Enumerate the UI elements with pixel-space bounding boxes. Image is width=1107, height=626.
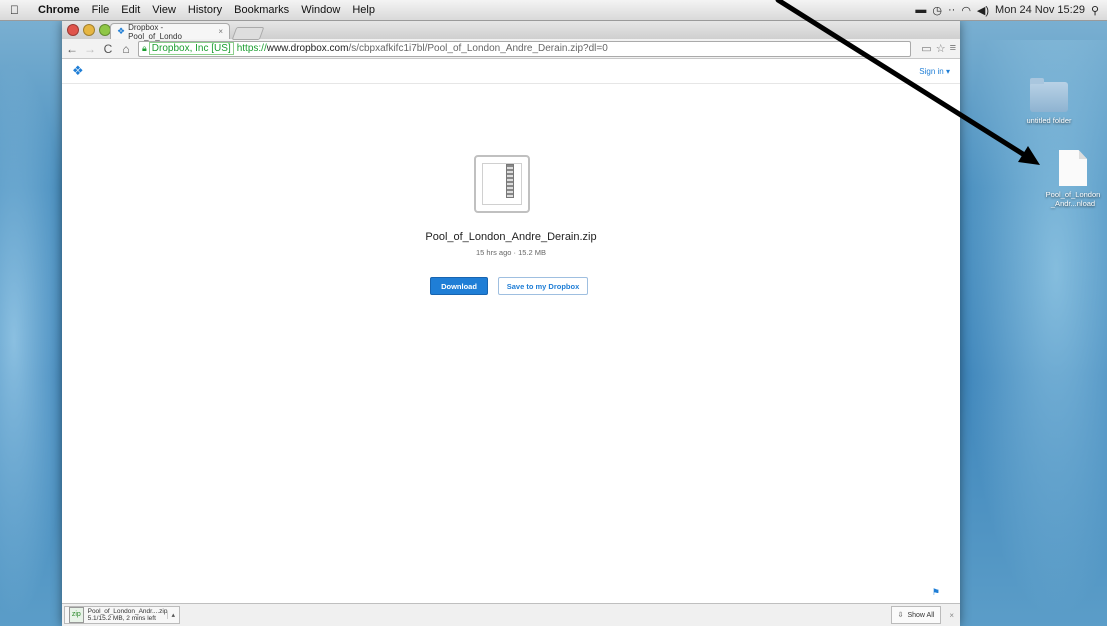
save-to-dropbox-button[interactable]: Save to my Dropbox (498, 277, 588, 295)
url-path: /s/cbpxafkifc1i7bl/Pool_of_London_Andre_… (348, 43, 608, 54)
toolbar-actions: ▭ ☆ ≡ (921, 42, 956, 55)
menu-edit[interactable]: Edit (115, 4, 146, 16)
menu-view[interactable]: View (146, 4, 182, 16)
dropbox-header: ❖ Sign in ▾ (62, 59, 960, 84)
download-item[interactable]: zip Pool_of_London_Andr....zip 5.1/15.2 … (64, 606, 180, 624)
desktop-folder[interactable]: untitled folder (1018, 78, 1080, 125)
reload-icon[interactable]: C (102, 42, 114, 56)
new-tab-button[interactable] (231, 27, 265, 40)
document-icon (1059, 150, 1087, 186)
download-item-text: Pool_of_London_Andr....zip 5.1/15.2 MB, … (88, 608, 168, 622)
action-buttons: Download Save to my Dropbox (430, 277, 588, 295)
file-meta: 15 hrs ago · 15.2 MB (475, 248, 547, 257)
url-host: www.dropbox.com (266, 43, 349, 54)
wifi-icon[interactable]: ◠ (961, 4, 971, 17)
lock-icon: 🔒︎ (142, 43, 147, 53)
url-scheme: https:// (236, 43, 267, 54)
time-machine-icon[interactable]: ◷ (932, 4, 942, 17)
menu-app-name[interactable]: Chrome (32, 4, 86, 16)
download-item-name: Pool_of_London_Andr....zip (87, 608, 168, 615)
menu-bookmarks[interactable]: Bookmarks (228, 4, 295, 16)
menu-window[interactable]: Window (295, 4, 346, 16)
desktop-file-label-line2: _Andr...nload (1050, 199, 1096, 208)
address-bar[interactable]: 🔒︎ Dropbox, Inc [US] https:// www.dropbo… (138, 40, 912, 57)
file-name: Pool_of_London_Andre_Derain.zip (425, 231, 597, 243)
tab-close-icon[interactable]: × (218, 27, 223, 36)
zip-file-icon (474, 155, 530, 213)
zipper-icon (506, 164, 514, 198)
browser-toolbar: ← → C ⌂ 🔒︎ Dropbox, Inc [US] https:// ww… (62, 39, 960, 59)
show-all-label: Show All (907, 611, 935, 619)
apple-icon[interactable]:  (10, 3, 24, 17)
ev-certificate-label[interactable]: Dropbox, Inc [US] (148, 42, 234, 55)
desktop-file[interactable]: Pool_of_London _Andr...nload (1040, 150, 1106, 208)
dropbox-logo-icon[interactable]: ❖ (72, 63, 84, 79)
tab-title: Dropbox - Pool_of_Londo (128, 22, 182, 41)
menu-file[interactable]: File (86, 4, 116, 16)
back-icon[interactable]: ← (66, 42, 78, 56)
desktop-wallpaper-highlight (0, 60, 70, 620)
dropbox-favicon-icon: ❖ (117, 26, 126, 36)
show-all-downloads-button[interactable]: ⇩ Show All (890, 606, 942, 624)
zip-file-icon-frame (482, 163, 522, 205)
chrome-menu-icon[interactable]: ≡ (950, 42, 956, 55)
window-controls (67, 24, 111, 36)
menu-help[interactable]: Help (346, 4, 381, 16)
close-download-shelf-icon[interactable]: × (949, 611, 954, 620)
page-content: ❖ Sign in ▾ Pool_of_London_Andre_Derain.… (62, 59, 960, 604)
tab-dropbox[interactable]: ❖ Dropbox - Pool_of_Londo × (110, 22, 230, 41)
minimize-window-button[interactable] (83, 24, 95, 36)
spotlight-icon[interactable]: ⚲ (1091, 4, 1099, 17)
home-icon[interactable]: ⌂ (120, 42, 132, 56)
download-item-status: 5.1/15.2 MB, 2 mins left (87, 615, 156, 622)
report-flag-icon[interactable]: ⚑ (932, 587, 940, 598)
browser-window: ❖ Dropbox - Pool_of_Londo × ← → C ⌂ 🔒︎ D… (62, 21, 960, 626)
download-arrow-icon: ⇩ (897, 612, 904, 619)
desktop-wallpaper-highlight (960, 40, 1107, 620)
menu-history[interactable]: History (182, 4, 228, 16)
folder-icon (1030, 78, 1068, 112)
bluetooth-icon[interactable]: ·· (948, 4, 955, 16)
menubar-status-area: ▬ ◷ ·· ◠ ◀) Mon 24 Nov 15:29 ⚲ (915, 4, 1107, 17)
download-progress-icon: zip (69, 607, 84, 623)
display-icon[interactable]: ▬ (915, 4, 926, 16)
download-menu-chevron-icon[interactable]: ▴ (167, 611, 175, 619)
menu-bar:  Chrome File Edit View History Bookmark… (0, 0, 1107, 21)
menubar-clock[interactable]: Mon 24 Nov 15:29 (995, 4, 1085, 16)
desktop-folder-label: untitled folder (1026, 116, 1072, 125)
bookmark-star-icon[interactable]: ☆ (936, 42, 946, 55)
forward-icon[interactable]: → (84, 42, 96, 56)
sign-in-link[interactable]: Sign in ▾ (919, 67, 950, 76)
download-button[interactable]: Download (430, 277, 488, 295)
page-action-icon[interactable]: ▭ (921, 42, 931, 55)
tab-strip: ❖ Dropbox - Pool_of_Londo × (62, 21, 960, 41)
volume-icon[interactable]: ◀) (977, 4, 989, 17)
desktop-file-label-line1: Pool_of_London (1045, 190, 1101, 199)
download-shelf: zip Pool_of_London_Andr....zip 5.1/15.2 … (62, 603, 960, 626)
close-window-button[interactable] (67, 24, 79, 36)
